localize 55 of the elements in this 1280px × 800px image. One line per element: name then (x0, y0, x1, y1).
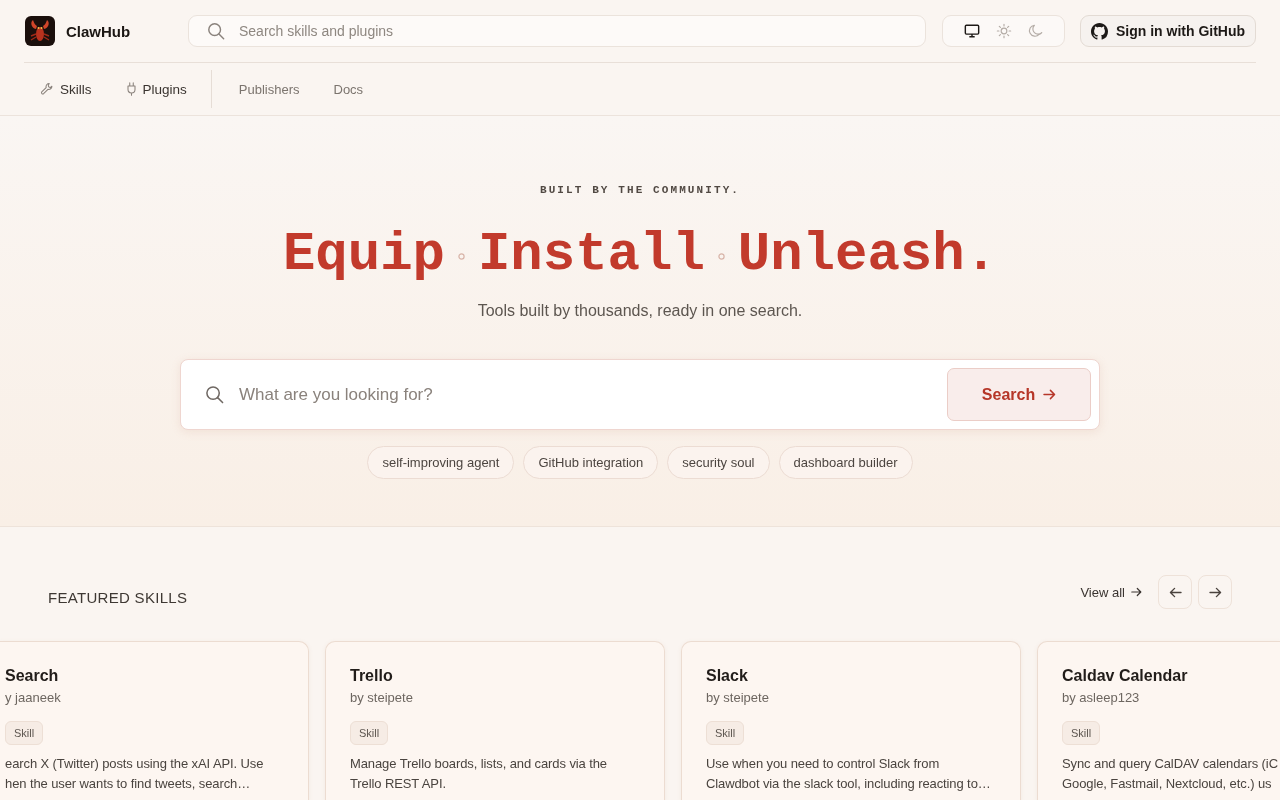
next-button[interactable] (1198, 575, 1232, 609)
skill-tag: Skill (1062, 721, 1101, 745)
plug-icon (125, 82, 137, 96)
brand-name[interactable]: ClawHub (66, 22, 131, 40)
nav-link[interactable]: Publishers (238, 81, 300, 97)
skill-tag: Skill (350, 721, 389, 745)
skill-author: by asleep123 (1062, 689, 1141, 707)
suggestion-chip[interactable]: self-improving agent (367, 446, 515, 479)
search-field[interactable]: Search skills and plugins (188, 15, 926, 47)
suggestion-chip[interactable]: security soul (667, 446, 770, 479)
previous-button[interactable] (1158, 575, 1192, 609)
github-icon (1090, 22, 1108, 40)
skill-card[interactable]: Slack by steipete Skill Use when you need to control Slack from Clawdbot via the slack tool, including reacting to… (681, 641, 1021, 800)
arrow-right-icon (1208, 586, 1222, 598)
skill-author: by steipete (350, 689, 414, 707)
ring-icon (717, 252, 725, 260)
lobster-icon (25, 16, 55, 46)
arrow-right-icon (1131, 587, 1142, 597)
arrow-left-icon (1168, 586, 1182, 598)
skill-title: Search (5, 666, 60, 686)
ring-icon (457, 252, 465, 260)
skill-description: earch X (Twitter) posts using the xAI API. Use hen the user wants to find tweets, search… (5, 755, 265, 793)
search-button[interactable]: Search (947, 368, 1091, 421)
wrench-icon (40, 82, 54, 96)
nav-link[interactable]: Skills (40, 81, 92, 97)
section-title: FEATURED SKILLS (48, 588, 188, 606)
search-field[interactable]: What are you looking for? (239, 374, 939, 415)
skill-author: by steipete (706, 689, 770, 707)
skill-title: Slack (706, 666, 749, 686)
skill-card[interactable]: Search y jaaneek Skill earch X (Twitter) posts using the xAI API. Use hen the user wants to find tweets, search… (0, 641, 309, 800)
skill-description: Manage Trello boards, lists, and cards via the Trello REST API. (350, 755, 608, 793)
sign-in-button[interactable]: Sign in with GitHub (1080, 15, 1256, 47)
skill-card[interactable]: Trello by steipete Skill Manage Trello boards, lists, and cards via the Trello REST API. (325, 641, 665, 800)
search-icon (207, 22, 225, 40)
nav-link[interactable]: Docs (333, 81, 364, 97)
search-bar[interactable]: What are you looking for? Search (180, 359, 1100, 430)
suggestion-chip[interactable]: GitHub integration (523, 446, 659, 479)
search-icon (205, 385, 224, 404)
skill-title: Trello (350, 666, 394, 686)
headline-word: Equip (282, 223, 445, 287)
skill-tag: Skill (706, 721, 745, 745)
arrow-right-icon (1043, 389, 1057, 400)
nav-link[interactable]: Plugins (125, 81, 187, 97)
view-all-link[interactable]: View all (1080, 584, 1142, 600)
headline-word: Unleash. (737, 223, 998, 287)
suggestion-chip[interactable]: dashboard builder (778, 446, 913, 479)
headline-word: Install (477, 223, 705, 287)
hero-eyebrow: BUILT BY THE COMMUNITY. (539, 183, 741, 197)
skill-title: Caldav Calendar (1062, 666, 1189, 686)
hero-subtitle: Tools built by thousands, ready in one search. (477, 301, 803, 321)
skill-description: Sync and query CalDAV calendars (iC Google, Fastmail, Nextcloud, etc.) us (1062, 755, 1279, 793)
skill-card[interactable]: Caldav Calendar by asleep123 Skill Sync and query CalDAV calendars (iC Google, Fastmail, Nextcloud, etc.) us (1037, 641, 1280, 800)
skill-tag: Skill (5, 721, 44, 745)
skill-description: Use when you need to control Slack from Clawdbot via the slack tool, including reacting to… (706, 755, 992, 793)
skill-author: y jaaneek (5, 689, 62, 707)
